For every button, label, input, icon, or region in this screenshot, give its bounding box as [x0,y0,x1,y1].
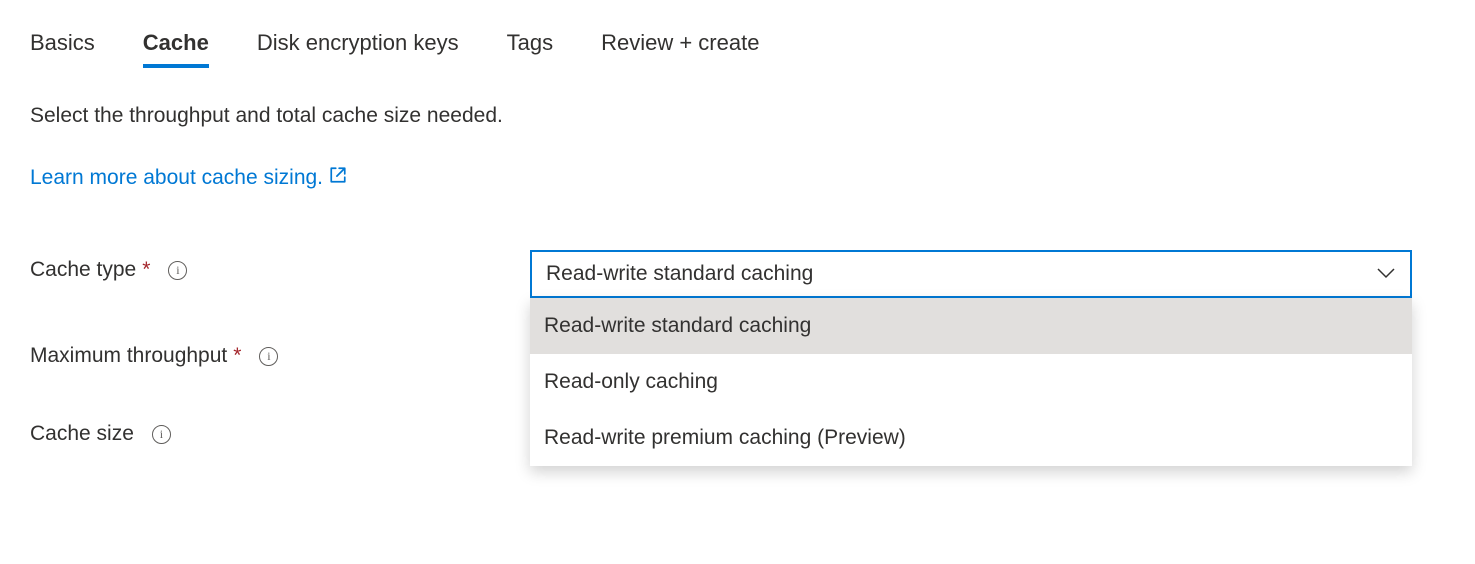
cache-type-label: Cache type [30,258,136,282]
field-label-wrap: Maximum throughput * i [30,336,530,368]
field-label-wrap: Cache size i [30,414,530,446]
tab-review-create[interactable]: Review + create [601,30,759,68]
tab-disk-encryption-keys[interactable]: Disk encryption keys [257,30,459,68]
cache-type-control: Read-write standard caching Read-write s… [530,250,1412,298]
cache-type-selected-value: Read-write standard caching [546,262,813,286]
tab-basics[interactable]: Basics [30,30,95,68]
cache-size-label: Cache size [30,422,134,446]
cache-type-dropdown[interactable]: Read-write standard caching [530,250,1412,298]
max-throughput-label: Maximum throughput [30,344,227,368]
tab-tags[interactable]: Tags [507,30,553,68]
required-indicator: * [233,344,241,368]
learn-more-text: Learn more about cache sizing. [30,166,323,190]
info-icon[interactable]: i [152,425,171,444]
info-icon[interactable]: i [168,261,187,280]
field-cache-type: Cache type * i Read-write standard cachi… [30,250,1445,298]
tab-description: Select the throughput and total cache si… [30,104,1445,128]
dropdown-option[interactable]: Read-only caching [530,354,1412,410]
info-icon[interactable]: i [259,347,278,366]
required-indicator: * [142,258,150,282]
tab-cache[interactable]: Cache [143,30,209,68]
external-link-icon [329,166,347,190]
tabs-bar: Basics Cache Disk encryption keys Tags R… [30,30,1445,68]
dropdown-option[interactable]: Read-write standard caching [530,298,1412,354]
chevron-down-icon [1376,262,1396,286]
dropdown-option[interactable]: Read-write premium caching (Preview) [530,410,1412,466]
cache-type-dropdown-list: Read-write standard caching Read-only ca… [530,298,1412,466]
learn-more-link[interactable]: Learn more about cache sizing. [30,166,347,190]
field-label-wrap: Cache type * i [30,250,530,282]
